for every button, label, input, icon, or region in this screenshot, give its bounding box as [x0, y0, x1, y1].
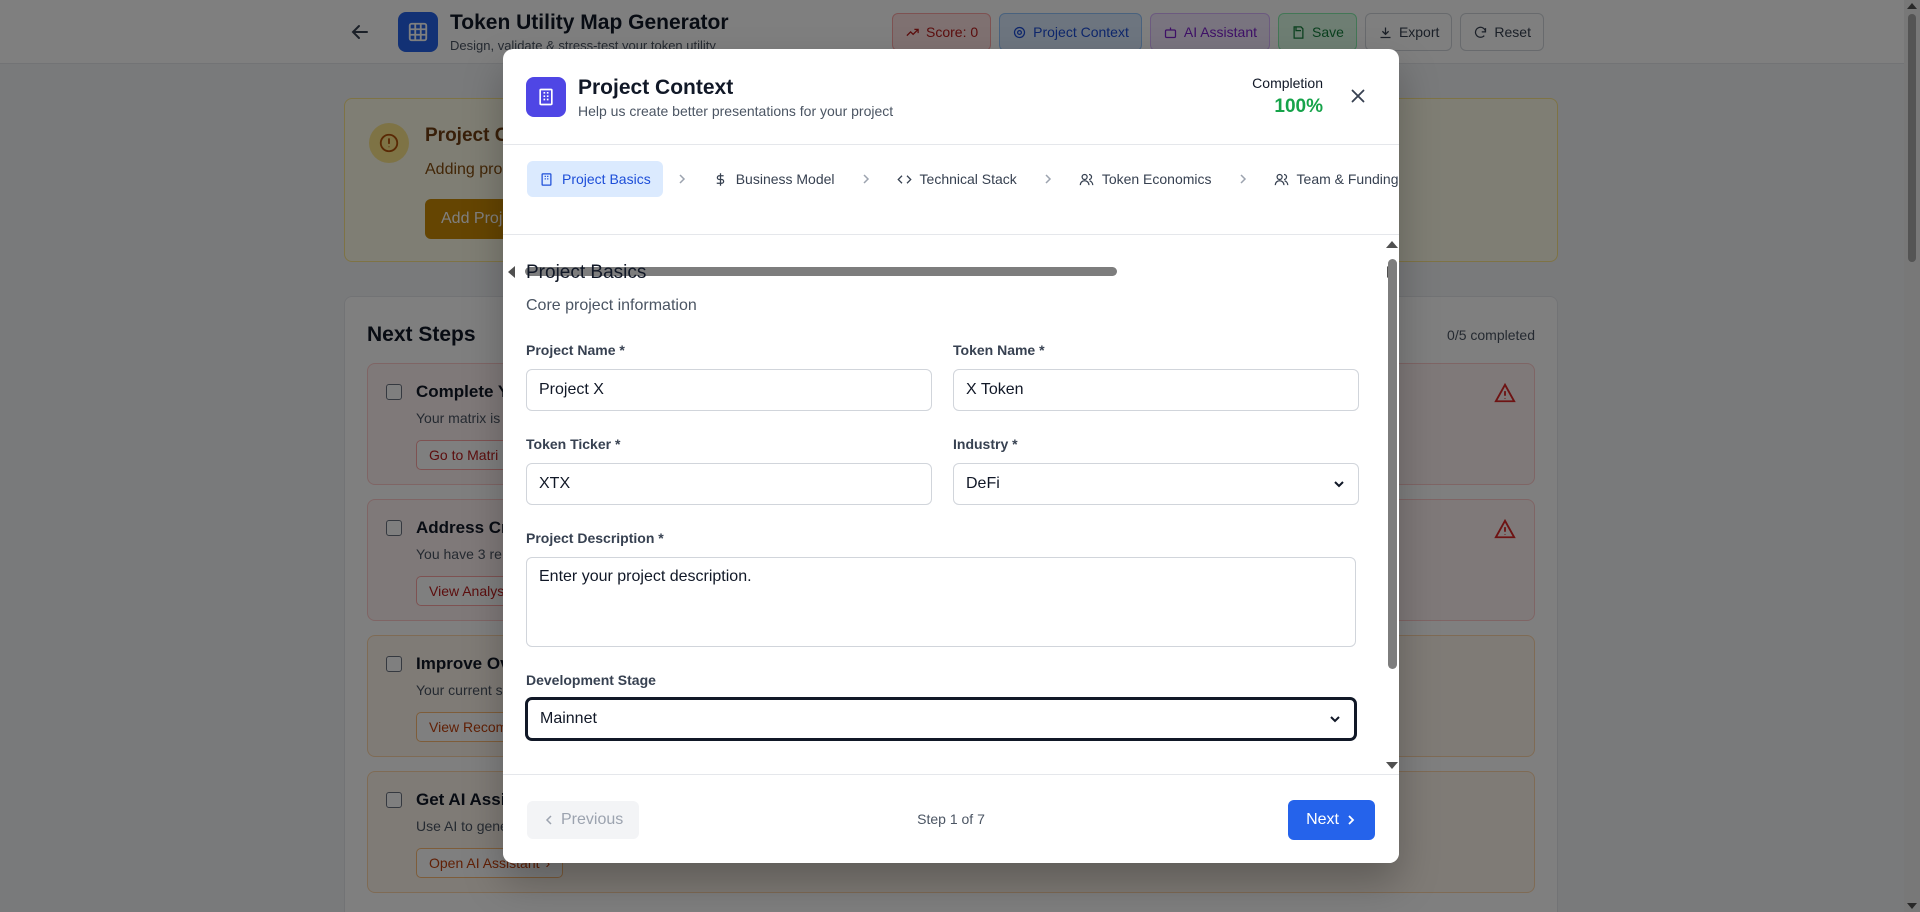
development-stage-label: Development Stage: [526, 672, 656, 688]
industry-value: DeFi: [966, 475, 1000, 492]
token-name-label: Token Name *: [953, 342, 1045, 358]
building-icon: [539, 172, 554, 187]
chevron-right-icon: [1238, 172, 1248, 186]
modal-body: Project Basics Core project information …: [503, 234, 1399, 774]
tab-team-funding[interactable]: Team & Funding: [1262, 161, 1399, 197]
modal-footer: Previous Step 1 of 7 Next: [503, 774, 1399, 863]
close-icon[interactable]: [1347, 85, 1369, 107]
project-name-label: Project Name *: [526, 342, 625, 358]
dollar-icon: [713, 172, 728, 187]
chevron-right-icon: [677, 172, 687, 186]
modal-vertical-scrollbar[interactable]: [1385, 239, 1399, 769]
token-name-input[interactable]: [953, 369, 1359, 411]
tab-label: Project Basics: [562, 171, 651, 187]
tab-label: Business Model: [735, 171, 835, 187]
tab-label: Technical Stack: [919, 171, 1017, 187]
step-indicator: Step 1 of 7: [917, 811, 985, 827]
modal-title: Project Context: [578, 76, 734, 99]
completion-value: 100%: [1274, 96, 1323, 117]
token-ticker-input[interactable]: [526, 463, 932, 505]
chevron-right-icon: [861, 172, 871, 186]
chevron-right-icon: [1043, 172, 1053, 186]
tab-label: Team & Funding: [1296, 171, 1399, 187]
project-description-textarea[interactable]: Enter your project description.: [526, 557, 1356, 647]
token-ticker-label: Token Ticker *: [526, 436, 621, 452]
tab-project-basics[interactable]: Project Basics: [527, 161, 663, 197]
completion-label: Completion: [1252, 75, 1323, 91]
development-stage-select[interactable]: Mainnet: [526, 698, 1356, 740]
section-subtitle: Core project information: [526, 297, 697, 314]
development-stage-value: Mainnet: [540, 710, 597, 727]
chevron-down-icon: [1332, 477, 1346, 491]
next-button[interactable]: Next: [1288, 800, 1375, 840]
chevron-down-icon: [1328, 712, 1342, 726]
next-label: Next: [1306, 811, 1339, 828]
scroll-down-arrow-icon[interactable]: [1386, 762, 1398, 769]
building-icon: [526, 77, 566, 117]
modal-header: Project Context Help us create better pr…: [503, 49, 1399, 145]
scroll-up-arrow-icon[interactable]: [1386, 241, 1398, 248]
users-icon: [1079, 172, 1094, 187]
industry-label: Industry *: [953, 436, 1018, 452]
modal-subtitle: Help us create better presentations for …: [578, 103, 894, 119]
section-title: Project Basics: [526, 262, 647, 283]
code-icon: [896, 172, 912, 187]
chevron-right-icon: [1345, 814, 1357, 826]
tab-business-model[interactable]: Business Model: [701, 161, 847, 197]
tab-label: Token Economics: [1101, 171, 1212, 187]
tab-token-economics[interactable]: Token Economics: [1067, 161, 1224, 197]
industry-select[interactable]: DeFi: [953, 463, 1359, 505]
modal-scroll-thumb[interactable]: [1388, 259, 1397, 669]
project-name-input[interactable]: [526, 369, 932, 411]
tab-technical-stack[interactable]: Technical Stack: [885, 161, 1029, 197]
project-description-label: Project Description *: [526, 530, 664, 546]
users-icon: [1274, 172, 1289, 187]
project-context-modal: Project Context Help us create better pr…: [503, 49, 1399, 863]
